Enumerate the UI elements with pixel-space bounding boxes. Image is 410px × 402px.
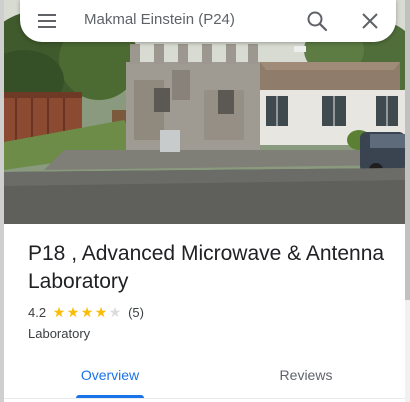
hamburger-menu-icon[interactable]: [36, 11, 58, 31]
star-full-icon: ★: [94, 304, 108, 320]
map-edge-strip: [0, 0, 4, 402]
search-icon[interactable]: [304, 8, 330, 34]
tab-reviews[interactable]: Reviews: [252, 358, 360, 398]
star-full-icon: ★: [52, 304, 66, 320]
scrollbar[interactable]: [405, 0, 410, 402]
review-count-link[interactable]: (5): [128, 305, 144, 320]
rating-value: 4.2: [28, 304, 47, 320]
tab-reviews-label: Reviews: [279, 367, 333, 383]
rating-row[interactable]: 4.2 ★ ★ ★ ★ ★ (5): [28, 303, 144, 321]
scrollbar-thumb[interactable]: [405, 0, 410, 300]
search-bar: Makmal Einstein (P24): [20, 0, 396, 42]
active-tab-indicator: [76, 395, 144, 398]
close-icon[interactable]: [358, 9, 382, 33]
star-full-icon: ★: [80, 304, 94, 320]
tab-overview[interactable]: Overview: [56, 358, 164, 398]
star-rating: ★ ★ ★ ★ ★: [52, 305, 122, 319]
search-input[interactable]: Makmal Einstein (P24): [84, 10, 235, 30]
tab-overview-label: Overview: [80, 367, 140, 383]
place-title: P18 , Advanced Microwave & Antenna Labor…: [28, 242, 385, 293]
place-category[interactable]: Laboratory: [28, 325, 90, 343]
star-full-icon: ★: [66, 304, 80, 320]
star-empty-icon: ★: [108, 304, 122, 320]
tab-bar: Overview Reviews: [4, 358, 405, 399]
place-panel: Makmal Einstein (P24) P18 , Advanced Mic…: [0, 0, 410, 402]
